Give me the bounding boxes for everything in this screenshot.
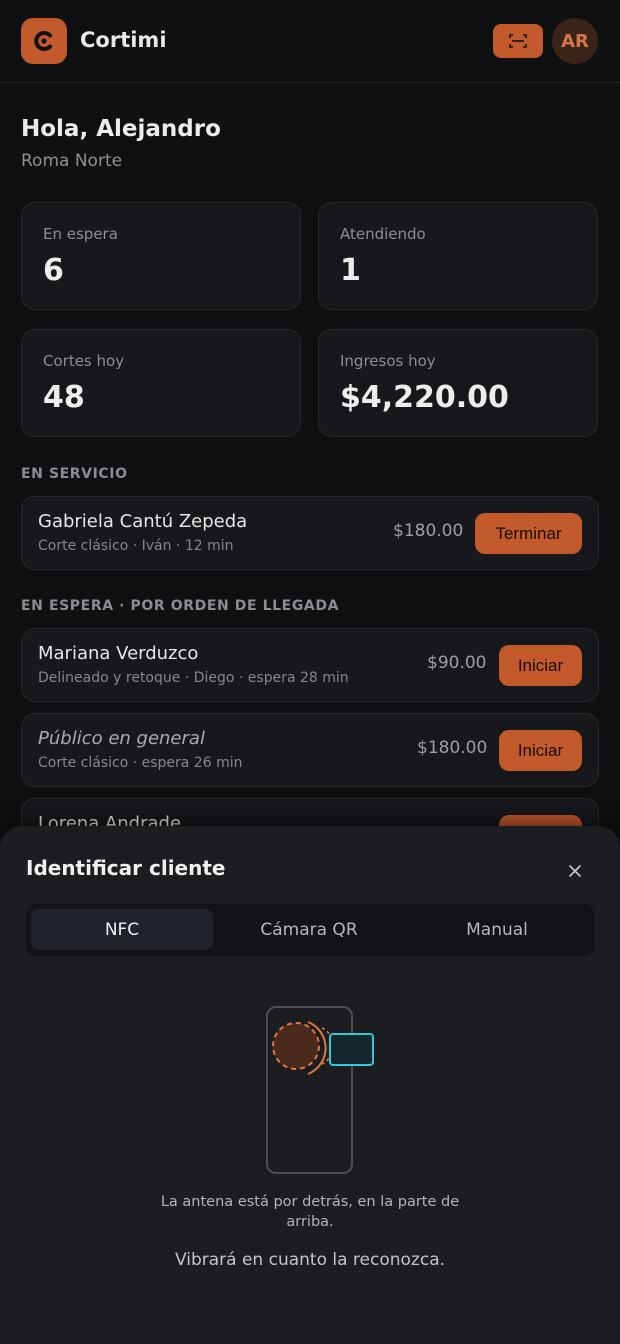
section-title-waiting: EN ESPERA · POR ORDEN DE LLEGADA <box>21 598 340 614</box>
client-meta: Corte clásico · Iván · 12 min <box>38 538 234 554</box>
app-name: Cortimi <box>80 28 167 52</box>
queue-card[interactable]: Público en general Corte clásico · esper… <box>21 713 599 787</box>
close-icon <box>569 865 581 877</box>
client-name: Gabriela Cantú Zepeda <box>38 511 248 532</box>
identify-client-sheet: Identificar cliente NFC Cámara QR Manual… <box>0 826 620 1344</box>
stat-waiting: En espera 6 <box>21 202 301 310</box>
stat-label: Atendiendo <box>340 225 426 243</box>
avatar[interactable]: AR <box>552 18 598 64</box>
nfc-hint: La antena está por detrás, en la parte d… <box>0 1192 620 1232</box>
stat-cuts-today: Cortes hoy 48 <box>21 329 301 437</box>
sheet-title: Identificar cliente <box>26 856 226 880</box>
stat-value: 48 <box>43 380 85 415</box>
stat-value: 1 <box>340 253 361 288</box>
service-price: $180.00 <box>417 738 488 758</box>
tab-nfc[interactable]: NFC <box>31 909 213 950</box>
app-logo[interactable] <box>21 18 67 64</box>
client-meta: Corte clásico · espera 26 min <box>38 755 243 771</box>
finish-button[interactable]: Terminar <box>475 513 582 554</box>
close-button[interactable] <box>560 856 590 886</box>
tab-manual[interactable]: Manual <box>405 909 589 950</box>
stat-label: En espera <box>43 225 118 243</box>
scan-button[interactable] <box>493 24 543 58</box>
location-label: Roma Norte <box>21 151 123 171</box>
stat-serving: Atendiendo 1 <box>318 202 598 310</box>
section-title-in-service: EN SERVICIO <box>21 466 128 482</box>
stat-label: Cortes hoy <box>43 352 125 370</box>
stat-income-today: Ingresos hoy $4,220.00 <box>318 329 598 437</box>
stat-label: Ingresos hoy <box>340 352 436 370</box>
client-name: Público en general <box>38 728 205 749</box>
stat-value: $4,220.00 <box>340 380 509 415</box>
queue-card[interactable]: Mariana Verduzco Delineado y retoque · D… <box>21 628 599 702</box>
client-name: Mariana Verduzco <box>38 643 199 664</box>
logo-c-icon <box>34 31 52 51</box>
nfc-illustration <box>266 1006 374 1174</box>
stat-value: 6 <box>43 253 64 288</box>
nfc-hint-text: La antena está por detrás, en la parte d… <box>160 1194 460 1230</box>
app-screen: Cortimi AR Hola, Alejandro Roma Norte En… <box>0 0 620 1344</box>
start-button[interactable]: Iniciar <box>499 730 582 771</box>
client-meta: Delineado y retoque · Diego · espera 28 … <box>38 670 349 686</box>
nfc-vibrate-hint: Vibrará en cuanto la reconozca. <box>174 1250 446 1270</box>
service-card[interactable]: Gabriela Cantú Zepeda Corte clásico · Iv… <box>21 496 599 570</box>
service-price: $180.00 <box>393 521 464 541</box>
identify-method-tabs: NFC Cámara QR Manual <box>26 904 594 956</box>
app-header: Cortimi AR <box>0 0 620 83</box>
scan-icon <box>509 34 527 48</box>
tab-qr-camera[interactable]: Cámara QR <box>218 909 400 950</box>
start-button[interactable]: Iniciar <box>499 645 582 686</box>
greeting-title: Hola, Alejandro <box>21 116 221 142</box>
service-price: $90.00 <box>427 653 487 673</box>
